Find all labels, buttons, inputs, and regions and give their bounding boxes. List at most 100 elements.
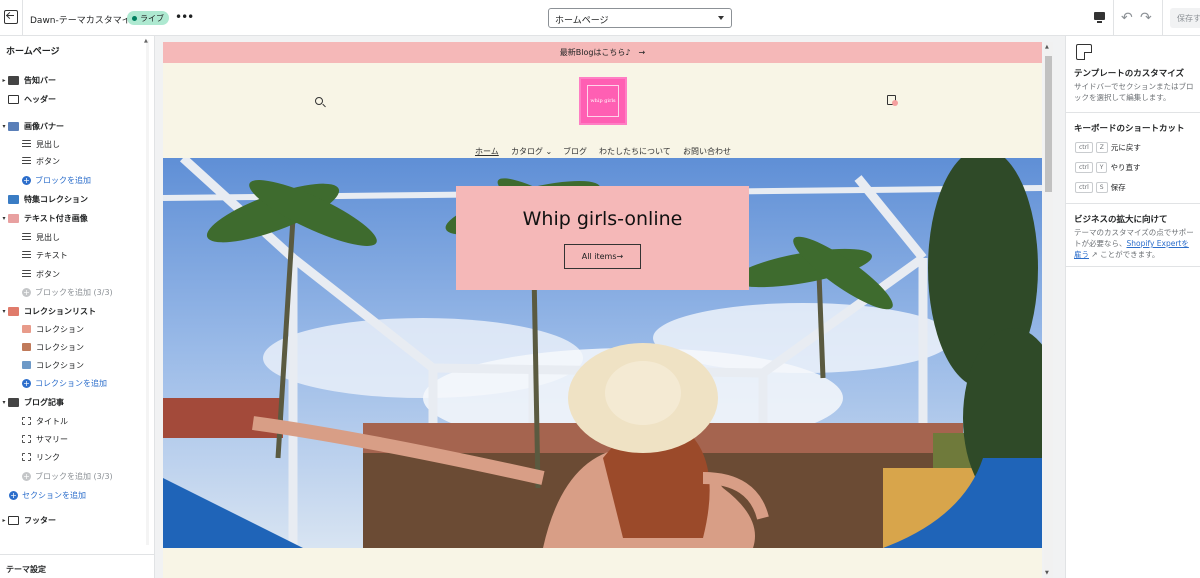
template-cursor-icon	[1076, 44, 1092, 60]
add-section-button[interactable]: + セクションを追加	[0, 486, 86, 504]
sidebar-item[interactable]: 見出し	[0, 135, 60, 153]
divider	[22, 0, 23, 36]
shortcut-save: ctrl S 保存	[1075, 181, 1126, 193]
header-icon	[8, 94, 19, 104]
growth-desc-end: ことができます。	[1100, 250, 1160, 259]
divider	[1113, 0, 1114, 36]
add-block-button: + ブロックを追加 (3/3)	[0, 467, 113, 485]
plus-circle-icon: +	[22, 378, 31, 388]
sidebar-item[interactable]: ▾ コレクションリスト	[0, 302, 96, 320]
redo-icon[interactable]: ↷	[1140, 10, 1152, 26]
nav-item-contact[interactable]: お問い合わせ	[683, 146, 731, 157]
scroll-down-icon[interactable]: ▼	[1045, 570, 1049, 576]
sidebar-item[interactable]: 特集コレクション	[0, 190, 88, 208]
sidebar-item[interactable]: テキスト	[0, 246, 68, 264]
nav-item-home[interactable]: ホーム	[475, 146, 499, 157]
growth-desc: テーマのカスタマイズの点でサポートが必要なら、Shopify Expertを雇う…	[1074, 227, 1196, 260]
preview-scrollbar[interactable]: ▲ ▼	[1044, 42, 1053, 578]
collection-list-icon	[8, 306, 19, 316]
nav-item-about[interactable]: わたしたちについて	[599, 146, 671, 157]
exit-icon[interactable]	[4, 10, 18, 24]
footer-icon	[8, 515, 19, 525]
store-header[interactable]: whip girls ホーム カタログ ⌄ ブログ わたしたちについて お問い合…	[163, 63, 1042, 158]
more-actions-icon[interactable]: •••	[175, 10, 194, 24]
sidebar-item[interactable]: ▾ テキスト付き画像	[0, 209, 88, 227]
add-block-button[interactable]: + コレクションを追加	[0, 374, 107, 392]
right-panel: テンプレートのカスタマイズ サイドバーでセクションまたはブロックを選択して編集し…	[1065, 36, 1200, 578]
sidebar-item-label: コレクション	[36, 360, 84, 370]
theme-settings-button[interactable]: テーマ設定	[0, 554, 155, 578]
shortcut-save-label: 保存	[1110, 182, 1126, 192]
collection-thumb-icon	[22, 361, 31, 369]
sidebar-scrollbar[interactable]	[144, 38, 149, 545]
add-block-button[interactable]: + ブロックを追加	[0, 171, 91, 189]
chevron-down-icon[interactable]: ▾	[0, 215, 8, 222]
corners-icon	[22, 417, 31, 425]
undo-icon[interactable]: ↶	[1121, 10, 1133, 26]
chevron-down-icon: ⌄	[545, 147, 553, 156]
sidebar-item-label: サマリー	[36, 434, 68, 444]
page-selector[interactable]: ホームページ	[548, 8, 732, 28]
top-bar: Dawn-テーマカスタマイズ ライブ ••• ホームページ ↶ ↷ 保存す	[0, 0, 1200, 36]
nav-item-catalog[interactable]: カタログ ⌄	[511, 146, 552, 157]
sidebar-item-label: セクションを追加	[22, 490, 86, 500]
cart-icon[interactable]	[887, 95, 898, 106]
cart-badge-icon	[892, 100, 898, 106]
text-lines-icon	[22, 157, 31, 165]
sidebar-item[interactable]: ▸ 告知バー	[0, 71, 56, 89]
right-panel-title: テンプレートのカスタマイズ	[1074, 69, 1184, 79]
desktop-preview-icon[interactable]	[1094, 12, 1105, 23]
sidebar-item[interactable]: リンク	[0, 448, 60, 466]
scroll-up-icon[interactable]: ▲	[1045, 44, 1049, 50]
sidebar-item-label: ボタン	[36, 269, 60, 279]
chevron-down-icon	[718, 16, 724, 20]
live-badge-label: ライブ	[140, 13, 164, 23]
announcement-bar[interactable]: 最新Blogはこちら♪ →	[163, 42, 1042, 63]
key-z: Z	[1095, 141, 1108, 153]
sidebar-item-label: ブロックを追加	[35, 175, 91, 185]
text-lines-icon	[22, 140, 31, 148]
text-lines-icon	[22, 270, 31, 278]
sidebar-item[interactable]: ▾ ブログ記事	[0, 393, 64, 411]
image-with-text-icon	[8, 213, 19, 223]
sidebar-item[interactable]: ▸ フッター	[0, 511, 56, 529]
right-panel-desc: サイドバーでセクションまたはブロックを選択して編集します。	[1074, 82, 1194, 102]
sidebar-item[interactable]: 見出し	[0, 228, 60, 246]
sidebar-item-label: テキスト	[36, 250, 68, 260]
key-y: Y	[1095, 161, 1108, 173]
sidebar-item[interactable]: ボタン	[0, 152, 60, 170]
chevron-right-icon[interactable]: ▸	[0, 77, 8, 84]
sidebar-item[interactable]: ボタン	[0, 265, 60, 283]
chevron-right-icon[interactable]: ▸	[0, 517, 8, 524]
live-badge: ライブ	[127, 11, 169, 25]
sidebar-item[interactable]: コレクション	[0, 320, 84, 338]
search-icon[interactable]	[315, 97, 323, 105]
sidebar-item-label: コレクションリスト	[24, 306, 96, 316]
sidebar-item[interactable]: コレクション	[0, 338, 84, 356]
chevron-down-icon[interactable]: ▾	[0, 123, 8, 130]
nav-item-blog[interactable]: ブログ	[563, 146, 587, 157]
hero-button[interactable]: All items→	[564, 244, 641, 269]
image-banner[interactable]: Whip girls-online All items→	[163, 158, 1042, 548]
sidebar-item[interactable]: ▾ 画像バナー	[0, 117, 64, 135]
storefront-preview: 最新Blogはこちら♪ → whip girls ホーム カタログ ⌄ ブログ …	[163, 42, 1042, 578]
external-link-icon: ↗	[1091, 250, 1098, 259]
sidebar-item-label: ブログ記事	[24, 397, 64, 407]
hero-title: Whip girls-online	[522, 208, 683, 230]
sidebar-item[interactable]: サマリー	[0, 430, 68, 448]
sidebar-item-label: リンク	[36, 452, 60, 462]
shortcuts-title: キーボードのショートカット	[1074, 124, 1185, 134]
scroll-thumb[interactable]	[1045, 56, 1052, 192]
sidebar-item[interactable]: タイトル	[0, 412, 68, 430]
store-logo[interactable]: whip girls	[579, 77, 627, 125]
divider	[1066, 266, 1200, 267]
chevron-down-icon[interactable]: ▾	[0, 399, 8, 406]
chevron-down-icon[interactable]: ▾	[0, 308, 8, 315]
sidebar-item[interactable]: ヘッダー	[0, 90, 56, 108]
save-button[interactable]: 保存す	[1170, 8, 1200, 28]
text-lines-icon	[22, 233, 31, 241]
plus-circle-icon: +	[9, 490, 18, 500]
image-banner-icon	[8, 121, 19, 131]
plus-circle-icon: +	[22, 287, 31, 297]
sidebar-item[interactable]: コレクション	[0, 356, 84, 374]
